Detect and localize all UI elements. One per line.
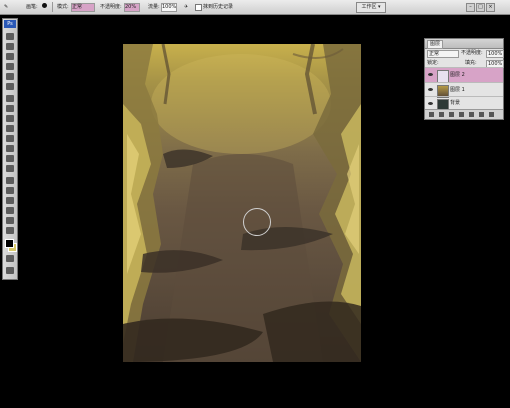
opacity-label: 不透明度:	[100, 4, 122, 10]
crop-tool-icon[interactable]	[6, 73, 14, 80]
layer-style-icon[interactable]	[439, 112, 444, 117]
gradient-tool-icon[interactable]	[6, 145, 14, 152]
move-tool-icon[interactable]	[6, 33, 14, 40]
brush-tool-icon[interactable]: ✎	[4, 3, 8, 11]
marquee-tool-icon[interactable]	[6, 43, 14, 50]
layers-panel: 图层 正常 不透明度: 100% 锁定: 填充: 100% 图层 2 图层 1 …	[424, 38, 504, 120]
link-layers-icon[interactable]	[429, 112, 434, 117]
magic-wand-icon[interactable]	[6, 63, 14, 70]
opacity-input[interactable]: 20%	[124, 3, 140, 12]
window-controls: – □ ×	[465, 3, 495, 12]
adjustment-layer-icon[interactable]	[459, 112, 464, 117]
clone-stamp-icon[interactable]	[6, 115, 14, 122]
minimize-icon[interactable]: –	[466, 3, 475, 12]
brush-tool-icon[interactable]	[6, 105, 14, 112]
layers-lock-row: 锁定: 填充: 100%	[425, 59, 504, 68]
history-checkbox[interactable]	[195, 4, 202, 11]
layers-blend-row: 正常 不透明度: 100%	[425, 49, 504, 58]
brush-cursor	[243, 208, 271, 236]
airbrush-icon[interactable]: ✈	[184, 3, 188, 11]
lock-label: 锁定:	[427, 60, 439, 66]
separator	[52, 2, 53, 12]
workspace-button[interactable]: 工作区 ▾	[356, 2, 386, 13]
type-tool-icon[interactable]	[6, 187, 14, 194]
slice-tool-icon[interactable]	[6, 83, 14, 90]
new-layer-icon[interactable]	[479, 112, 484, 117]
tab-layers[interactable]: 图层	[427, 40, 444, 49]
layers-panel-tabs: 图层	[425, 39, 503, 49]
history-brush-icon[interactable]	[6, 125, 14, 132]
eye-icon[interactable]	[428, 73, 433, 76]
healing-brush-icon[interactable]	[6, 95, 14, 102]
layer-name: 图层 2	[450, 72, 465, 78]
mode-label: 模式:	[57, 4, 69, 10]
layer-row[interactable]: 背景	[425, 96, 503, 110]
close-icon[interactable]: ×	[486, 3, 495, 12]
ps-logo: Ps	[4, 20, 16, 28]
eye-icon[interactable]	[428, 102, 433, 105]
layer-name: 背景	[450, 100, 461, 106]
brush-label: 画笔:	[26, 4, 38, 10]
layer-row[interactable]: 图层 2	[425, 67, 503, 83]
mode-select[interactable]: 正常	[71, 3, 95, 12]
group-icon[interactable]	[469, 112, 474, 117]
history-label: 抹到历史记录	[203, 4, 234, 10]
zoom-tool-icon[interactable]	[6, 227, 14, 234]
lasso-tool-icon[interactable]	[6, 53, 14, 60]
layer-name: 图层 1	[450, 87, 465, 93]
quick-mask-icon[interactable]	[6, 255, 14, 262]
blend-mode-select[interactable]: 正常	[427, 50, 459, 58]
maximize-icon[interactable]: □	[476, 3, 485, 12]
dodge-tool-icon[interactable]	[6, 165, 14, 172]
fill-label: 填充:	[465, 60, 477, 66]
layers-panel-footer	[425, 109, 503, 119]
foreground-color-swatch[interactable]	[5, 239, 14, 248]
flow-input[interactable]: 100%	[161, 3, 177, 12]
pen-tool-icon[interactable]	[6, 177, 14, 184]
painting-artwork	[123, 44, 361, 362]
options-bar: ✎ 画笔: 模式: 正常 不透明度: 20% 流量: 100% ✈ 抹到历史记录…	[0, 0, 510, 15]
trash-icon[interactable]	[489, 112, 494, 117]
document-canvas[interactable]	[123, 44, 361, 362]
shape-tool-icon[interactable]	[6, 207, 14, 214]
eye-icon[interactable]	[428, 88, 433, 91]
layer-opacity-input[interactable]: 100%	[486, 50, 504, 58]
eraser-tool-icon[interactable]	[6, 135, 14, 142]
flow-label: 流量:	[148, 4, 160, 10]
eyedropper-icon[interactable]	[6, 217, 14, 224]
toolbox: Ps	[2, 18, 18, 280]
blur-tool-icon[interactable]	[6, 155, 14, 162]
screen-mode-icon[interactable]	[6, 267, 14, 274]
brush-preset-picker[interactable]	[42, 3, 47, 8]
path-select-icon[interactable]	[6, 197, 14, 204]
layer-mask-icon[interactable]	[449, 112, 454, 117]
layer-opacity-label: 不透明度:	[461, 50, 483, 56]
